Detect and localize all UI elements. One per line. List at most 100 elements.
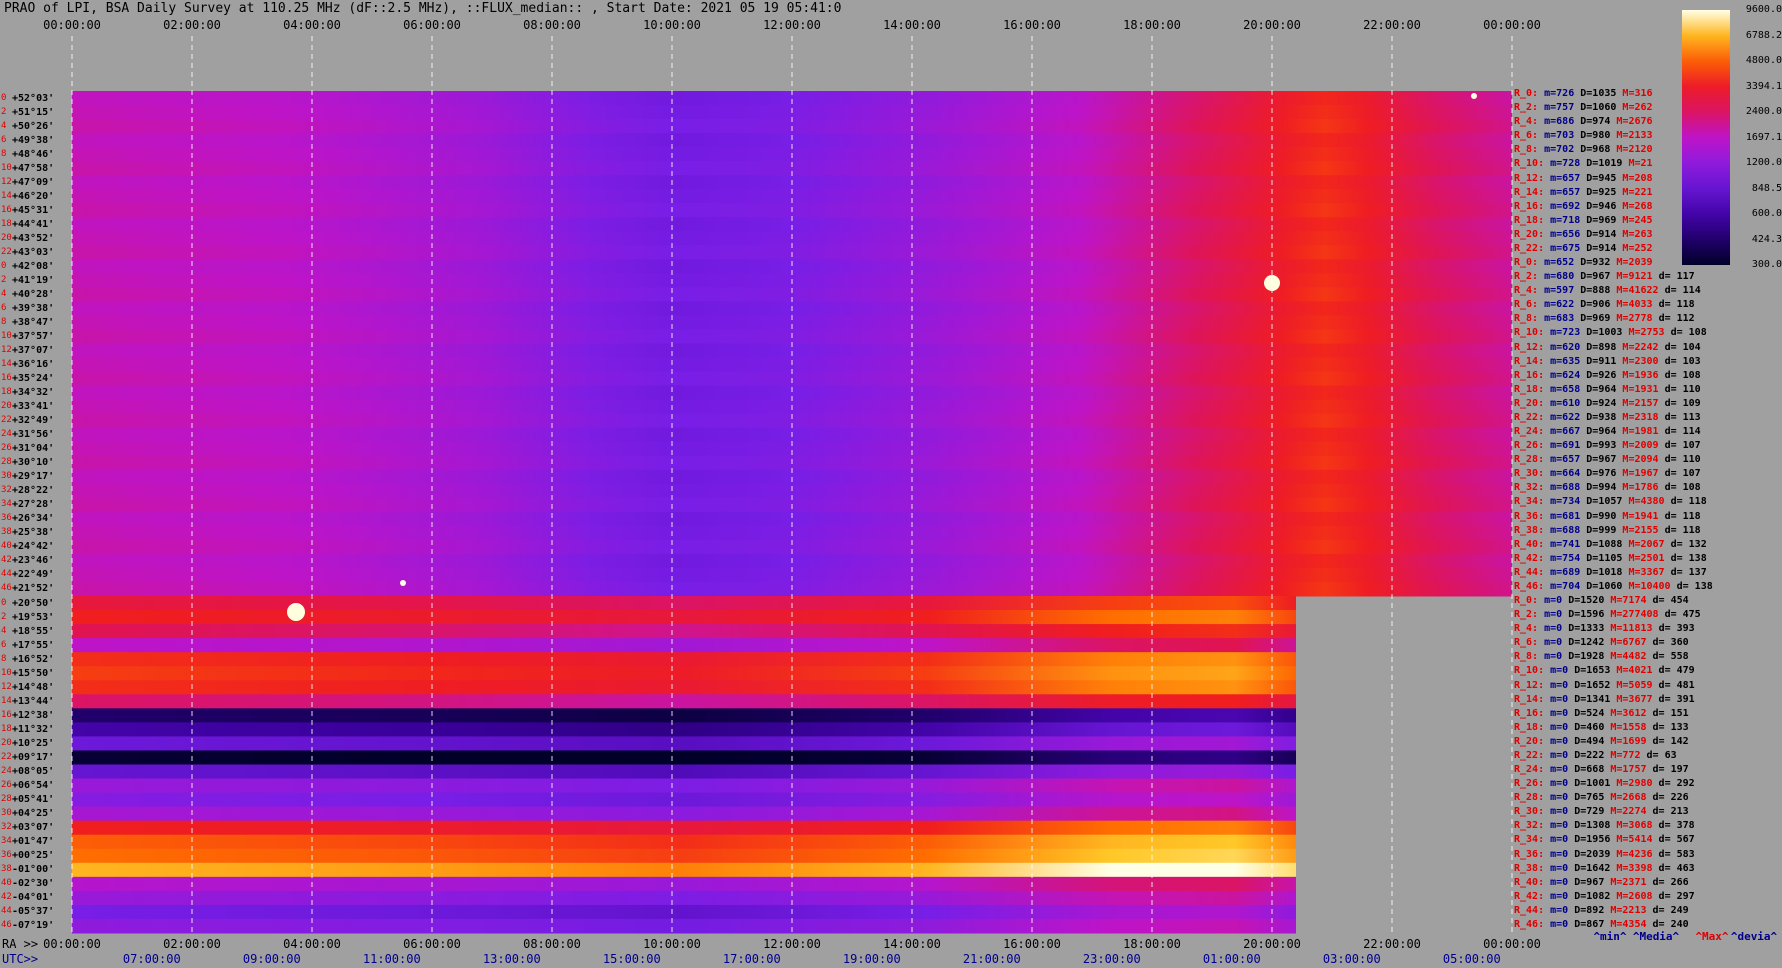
colorbar-tick: 3394.1	[1745, 80, 1782, 92]
stat-d: D=1642	[1574, 862, 1611, 874]
declination-label: +22°49'	[12, 569, 55, 581]
lower-row	[72, 778, 1296, 794]
stat-m: m=622	[1544, 299, 1575, 311]
stat-r: R_20:	[1514, 735, 1545, 747]
stat-m: m=664	[1550, 468, 1581, 480]
colorbar-bar	[1682, 10, 1730, 265]
declination-label: +18°55'	[12, 625, 55, 637]
row-index: 10	[1, 330, 12, 341]
row-stat: R_18: m=0 D=460 M=1558 d= 133	[1514, 722, 1689, 734]
stat-r: R_8:	[1514, 144, 1539, 156]
stat-d: D=999	[1586, 524, 1617, 536]
stat-dd: d= 103	[1664, 355, 1701, 367]
declination-label: +38°47'	[12, 316, 55, 328]
stat-r: R_26:	[1514, 440, 1545, 452]
stat-dd: d= 479	[1658, 665, 1695, 677]
stat-dd: d= 475	[1664, 609, 1701, 621]
stat-d: D=914	[1586, 242, 1617, 254]
stat-dd: d= 110	[1664, 383, 1701, 395]
stat-M: M=2318	[1622, 411, 1659, 423]
utc-tick: 05:00:00	[1442, 952, 1501, 966]
stat-M: M=1941	[1622, 510, 1659, 522]
row-index: 42	[1, 892, 12, 903]
stat-d: D=867	[1574, 918, 1605, 930]
row-index: 14	[1, 359, 12, 370]
colorbar-tick: 1200.0	[1745, 157, 1782, 168]
declination-label: +23°46'	[12, 555, 55, 567]
ra-tick: 02:00:00	[163, 937, 221, 951]
stat-dd: d= 142	[1652, 735, 1689, 747]
row-stat: R_14: m=657 D=925 M=221	[1514, 187, 1653, 199]
stat-m: m=622	[1550, 411, 1581, 423]
stat-m: m=691	[1550, 440, 1581, 452]
stat-r: R_28:	[1514, 792, 1545, 804]
row-stat: R_16: m=0 D=524 M=3612 d= 151	[1514, 708, 1689, 720]
stat-d: D=1019	[1586, 158, 1623, 170]
stat-m: m=610	[1550, 397, 1581, 409]
stat-dd: d= 454	[1652, 595, 1689, 606]
stat-M: M=2753	[1628, 327, 1665, 339]
stat-d: D=924	[1586, 397, 1617, 409]
row-stat: R_26: m=0 D=1001 M=2980 d= 292	[1514, 778, 1695, 790]
row-index: 22	[1, 246, 12, 257]
declination-label: +31°04'	[12, 443, 55, 455]
row-index: 8	[1, 653, 7, 664]
declination-label: +37°07'	[12, 345, 55, 356]
stat-r: R_38:	[1514, 862, 1545, 874]
stat-m: m=658	[1550, 383, 1581, 395]
stat-d: D=1057	[1586, 496, 1623, 508]
row-index: 26	[1, 780, 12, 791]
stat-dd: d= 393	[1658, 623, 1695, 635]
declination-label: +31°56'	[12, 429, 55, 441]
row-index: 8	[1, 316, 7, 327]
point-source	[400, 580, 406, 586]
stat-m: m=688	[1550, 482, 1581, 494]
stat-d: D=990	[1586, 510, 1617, 522]
legend-devia: ^devia^	[1730, 930, 1778, 943]
stat-m: m=597	[1544, 285, 1575, 297]
row-index: 4	[1, 625, 7, 636]
stat-dd: d= 297	[1658, 890, 1695, 902]
row-stat: R_30: m=0 D=729 M=2274 d= 213	[1514, 806, 1689, 818]
stat-r: R_10:	[1514, 327, 1545, 339]
declination-label: +20°50'	[12, 597, 55, 609]
row-stat: R_16: m=624 D=926 M=1936 d= 108	[1514, 370, 1701, 382]
lower-row	[72, 736, 1296, 751]
legend-max: ^Max^	[1695, 930, 1729, 943]
row-stat: R_16: m=692 D=946 M=268	[1514, 201, 1653, 213]
stat-M: M=3068	[1616, 820, 1653, 832]
row-index: 10	[1, 667, 12, 678]
utc-tick: 01:00:00	[1202, 952, 1261, 966]
stat-m: m=0	[1544, 609, 1563, 621]
stat-d: D=911	[1586, 355, 1617, 367]
stat-d: D=964	[1586, 383, 1617, 395]
stat-M: M=2094	[1622, 454, 1659, 466]
stat-d: D=932	[1580, 257, 1611, 268]
stat-d: D=969	[1586, 214, 1617, 226]
stat-d: D=974	[1580, 116, 1611, 128]
stat-M: M=262	[1622, 102, 1653, 114]
stat-m: m=734	[1550, 496, 1581, 508]
stat-d: D=1520	[1568, 595, 1605, 606]
stat-m: m=723	[1550, 327, 1581, 339]
stat-d: D=1956	[1574, 834, 1611, 846]
stat-M: M=21	[1628, 158, 1653, 170]
point-source	[1471, 93, 1477, 99]
declination-label: +28°22'	[12, 485, 55, 497]
stat-dd: d= 107	[1664, 468, 1701, 480]
row-stat: R_34: m=0 D=1956 M=5414 d= 567	[1514, 834, 1695, 846]
row-stat: R_0: m=0 D=1520 M=7174 d= 454	[1514, 595, 1689, 607]
stat-M: M=1981	[1622, 426, 1659, 437]
stat-r: R_34:	[1514, 834, 1545, 846]
row-stat: R_24: m=667 D=964 M=1981 d= 114	[1514, 426, 1701, 438]
stat-m: m=686	[1544, 116, 1575, 128]
stat-dd: d= 137	[1670, 566, 1707, 578]
legend-min: ^min^	[1593, 930, 1627, 943]
row-index: 46	[1, 583, 12, 594]
stat-m: m=688	[1550, 524, 1581, 536]
stat-r: R_12:	[1514, 172, 1545, 184]
stat-dd: d= 213	[1652, 806, 1689, 818]
stat-m: m=0	[1544, 651, 1563, 663]
stat-M: M=1558	[1610, 721, 1647, 733]
legend-media: ^Media^	[1632, 930, 1680, 943]
